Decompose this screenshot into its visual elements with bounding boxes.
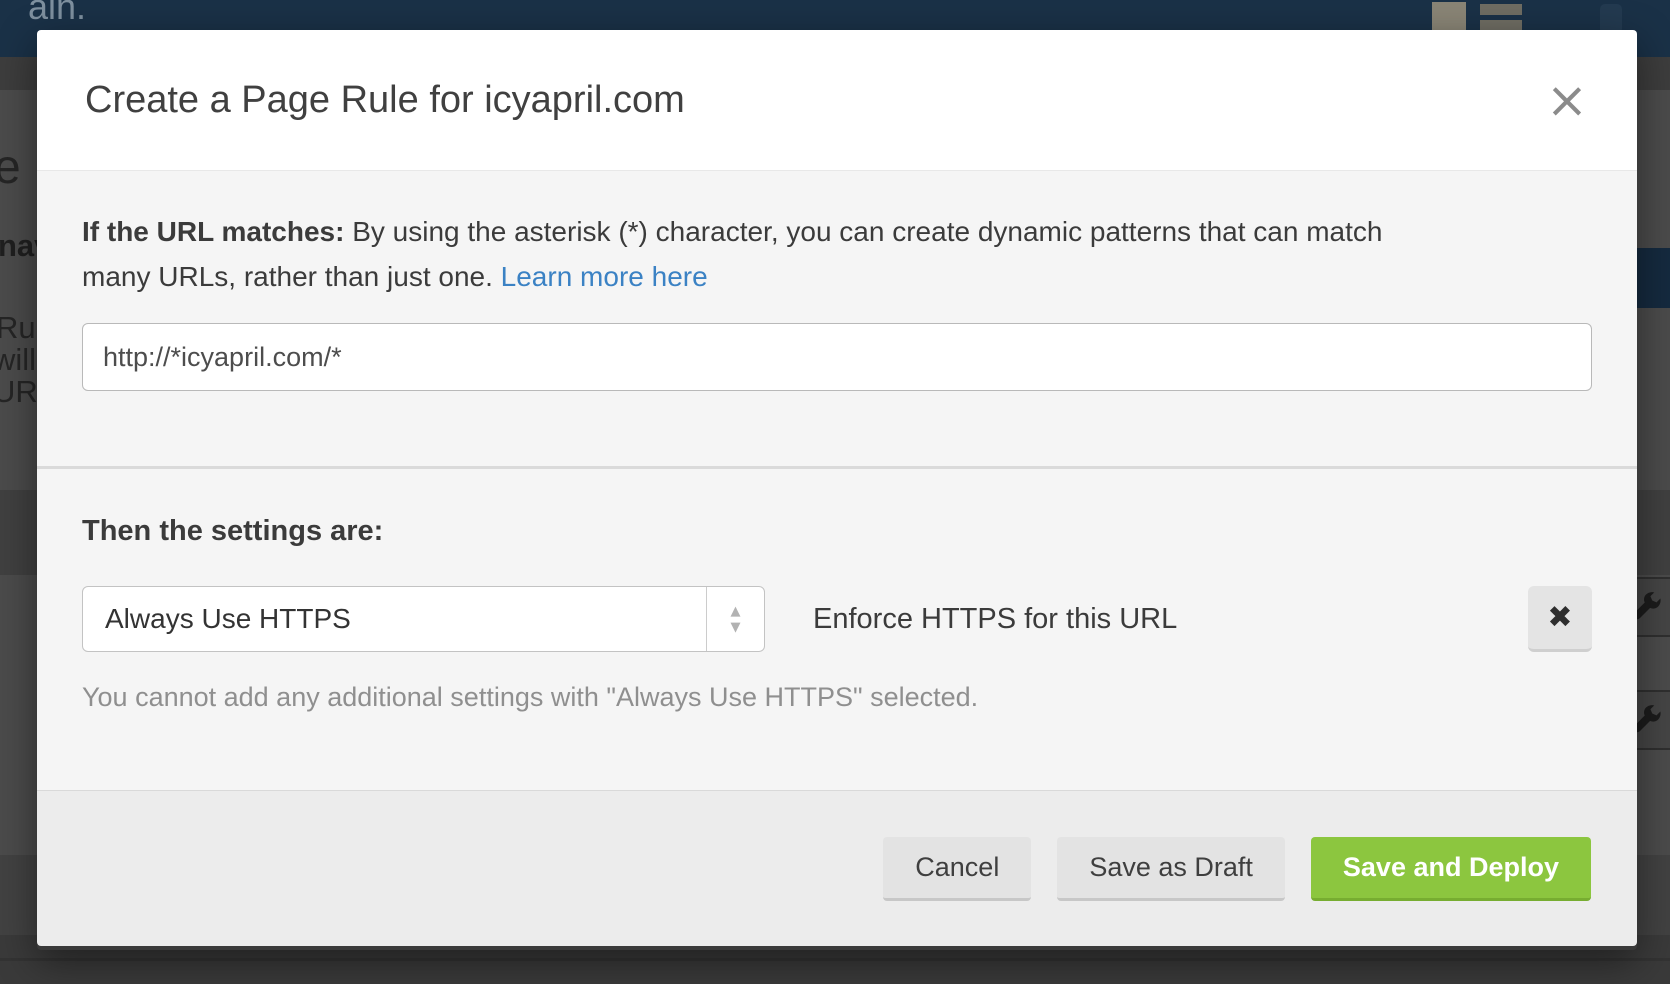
- learn-more-link[interactable]: Learn more here: [501, 261, 708, 292]
- setting-select-value: Always Use HTTPS: [83, 587, 706, 651]
- url-pattern-input[interactable]: [82, 323, 1592, 391]
- modal-footer: Cancel Save as Draft Save and Deploy: [37, 790, 1637, 946]
- settings-heading: Then the settings are:: [82, 515, 1592, 548]
- background-band: [0, 958, 1670, 961]
- select-stepper[interactable]: ▲ ▼: [706, 587, 764, 651]
- url-match-section: If the URL matches: By using the asteris…: [37, 171, 1637, 469]
- background-text-fragment: UR: [0, 374, 38, 410]
- url-match-intro: If the URL matches: By using the asteris…: [82, 209, 1552, 299]
- chevron-up-icon: ▲: [731, 605, 741, 618]
- url-match-label: If the URL matches:: [82, 216, 344, 247]
- cancel-button[interactable]: Cancel: [883, 837, 1031, 901]
- setting-note: You cannot add any additional settings w…: [82, 682, 1592, 713]
- save-as-draft-button[interactable]: Save as Draft: [1057, 837, 1285, 901]
- setting-row: Always Use HTTPS ▲ ▼ Enforce HTTPS for t…: [82, 586, 1592, 652]
- setting-select[interactable]: Always Use HTTPS ▲ ▼: [82, 586, 765, 652]
- layout-grid-icon: [1432, 2, 1542, 32]
- setting-description: Enforce HTTPS for this URL: [813, 603, 1177, 636]
- create-page-rule-modal: Create a Page Rule for icyapril.com × If…: [37, 30, 1637, 950]
- modal-header: Create a Page Rule for icyapril.com ×: [37, 30, 1637, 171]
- background-text-fragment: Ru: [0, 310, 36, 346]
- background-text-fragment: will: [0, 342, 36, 378]
- chevron-down-icon: ▼: [731, 621, 741, 634]
- modal-title: Create a Page Rule for icyapril.com: [85, 79, 1541, 122]
- save-and-deploy-button[interactable]: Save and Deploy: [1311, 837, 1591, 901]
- remove-setting-icon[interactable]: ✖: [1528, 586, 1592, 652]
- background-text-fragment: e: [0, 140, 21, 195]
- close-icon[interactable]: ×: [1541, 74, 1593, 126]
- url-match-description: By using the asterisk (*) character, you…: [352, 216, 1382, 247]
- url-match-description: many URLs, rather than just one.: [82, 261, 493, 292]
- settings-section: Then the settings are: Always Use HTTPS …: [37, 469, 1637, 790]
- topbar-text-fragment: ain.: [28, 0, 86, 28]
